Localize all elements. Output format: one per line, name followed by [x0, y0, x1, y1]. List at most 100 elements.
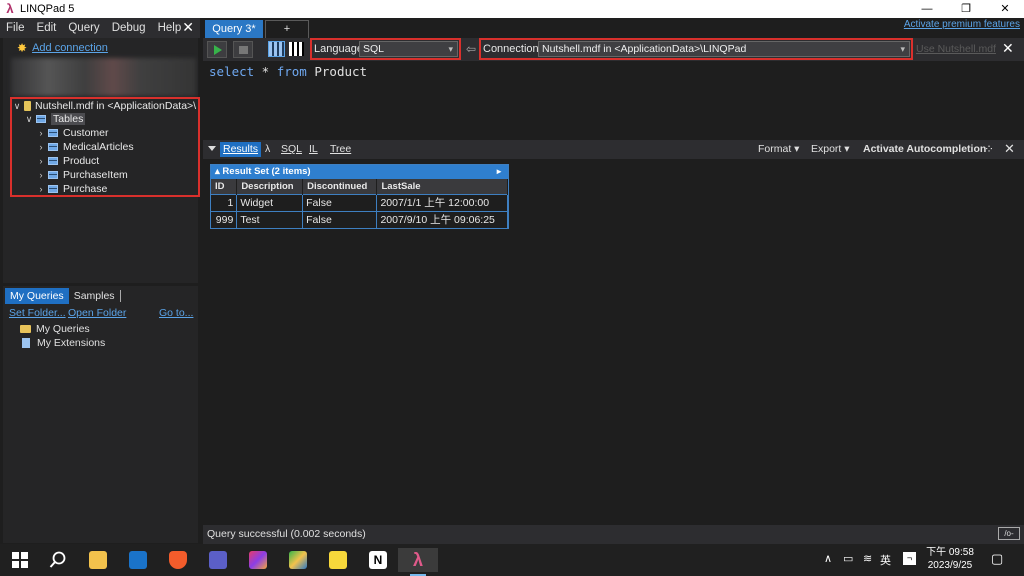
start-button[interactable] [0, 548, 40, 572]
query-file-my-extensions[interactable]: My Extensions [20, 337, 105, 349]
results-to-rich-text-icon[interactable] [289, 42, 304, 56]
table-cell: False [302, 193, 378, 211]
activate-premium-link[interactable]: Activate premium features [904, 19, 1020, 30]
arrow-left-icon: ⇦ [466, 42, 477, 56]
tree-table-medicalarticles[interactable]: › MedicalArticles [36, 140, 134, 154]
optimize-toggle[interactable]: /o- [998, 527, 1020, 540]
query-file-label: My Extensions [37, 337, 106, 349]
new-query-button[interactable]: + [265, 20, 309, 38]
taskbar-sticky-notes[interactable] [318, 548, 358, 572]
go-to-link[interactable]: Go to... [159, 307, 193, 319]
column-header[interactable]: LastSale [376, 179, 508, 194]
table-label: Product [63, 155, 100, 167]
menu-query[interactable]: Query [62, 22, 105, 34]
table-icon [48, 185, 58, 193]
tab-my-queries[interactable]: My Queries [5, 288, 69, 304]
tab-sql-label: SQL [281, 143, 303, 155]
maximize-button[interactable]: ❐ [947, 0, 985, 18]
add-connection-link[interactable]: Add connection [32, 42, 108, 54]
database-icon [24, 101, 31, 111]
connection-select[interactable]: Nutshell.mdf in <ApplicationData>\LINQPa… [538, 41, 910, 57]
close-panel-icon[interactable]: ✕ [182, 19, 194, 36]
add-connection[interactable]: ✸ Add connection [17, 41, 108, 55]
ime-icon[interactable]: ¬ [903, 552, 916, 565]
results-to-grids-icon[interactable] [268, 41, 285, 57]
stop-button[interactable] [233, 41, 253, 58]
chevron-right-icon[interactable]: › [36, 170, 46, 180]
table-row: 999 Test False 2007/9/10 上午 09:06:25 [211, 210, 508, 228]
taskbar-notion[interactable]: N [358, 548, 398, 572]
tab-tree[interactable]: Tree [330, 142, 351, 157]
chevron-up-icon[interactable]: ∧ [824, 552, 832, 565]
arrow-right-icon[interactable]: ► [495, 165, 503, 179]
query-editor[interactable]: select * from Product [203, 61, 1024, 140]
table-icon [48, 171, 58, 179]
taskbar-linqpad[interactable]: λ [398, 548, 438, 576]
menu-edit[interactable]: Edit [31, 22, 63, 34]
tab-results[interactable]: Results [220, 142, 262, 157]
tree-table-purchaseitem[interactable]: › PurchaseItem [36, 168, 128, 182]
chevron-right-icon[interactable]: › [36, 128, 46, 138]
tab-query-3[interactable]: Query 3* [205, 20, 263, 38]
query-folder-my-queries[interactable]: My Queries [20, 323, 90, 335]
taskbar-paint-app[interactable] [278, 548, 318, 572]
tree-table-purchase[interactable]: › Purchase [36, 182, 108, 196]
language-select[interactable]: SQL ▾ [359, 41, 458, 57]
wifi-icon[interactable]: ≋ [863, 552, 872, 565]
sticky-notes-icon [329, 551, 347, 569]
taskbar: N λ ∧ ▭ ≋ 英 ¬ 下午 09:58 2023/9/25 ▢ [0, 544, 1024, 576]
table-cell: Test [236, 210, 304, 228]
notifications-icon[interactable]: ▢ [991, 551, 1003, 567]
format-menu[interactable]: Format ▾ [758, 142, 799, 157]
menu-file[interactable]: File [0, 22, 31, 34]
results-pane: ▴ Result Set (2 items) ► ID Description … [203, 159, 1024, 525]
result-set-title: Result Set (2 items) [222, 166, 311, 177]
taskbar-outlook[interactable] [118, 548, 158, 572]
battery-icon[interactable]: ▭ [843, 552, 853, 565]
rider-icon [249, 551, 267, 569]
taskbar-file-explorer[interactable] [78, 548, 118, 572]
code-table: Product [306, 64, 368, 79]
taskbar-rider[interactable] [238, 548, 278, 572]
activate-autocompletion-button[interactable]: Activate Autocompletion [863, 142, 986, 157]
column-header[interactable]: ID [211, 179, 238, 194]
clock[interactable]: 下午 09:58 2023/9/25 [924, 546, 976, 572]
chevron-down-icon[interactable]: ∨ [12, 101, 22, 112]
close-icon[interactable]: ✕ [1002, 40, 1014, 57]
use-nutshell-link[interactable]: Use Nutshell.mdf [916, 43, 996, 55]
run-button[interactable] [207, 41, 227, 58]
chevron-right-icon[interactable]: › [36, 156, 46, 166]
tab-il[interactable]: IL [309, 142, 318, 157]
export-menu[interactable]: Export ▾ [811, 142, 850, 157]
taskbar-teams[interactable] [198, 548, 238, 572]
chevron-down-icon[interactable]: ∨ [24, 114, 34, 125]
tree-table-product[interactable]: › Product [36, 154, 100, 168]
taskbar-brave[interactable] [158, 548, 198, 572]
close-window-button[interactable]: ✕ [986, 0, 1024, 18]
table-label: PurchaseItem [63, 169, 128, 181]
set-folder-link[interactable]: Set Folder... [9, 307, 66, 319]
chevron-right-icon[interactable]: › [36, 142, 46, 152]
menu-debug[interactable]: Debug [106, 22, 152, 34]
collapse-results-icon[interactable] [208, 146, 216, 151]
search-button[interactable] [38, 548, 78, 572]
tab-samples[interactable]: Samples [69, 288, 120, 304]
column-header[interactable]: Description [236, 179, 304, 194]
status-bar: Query successful (0.002 seconds) /o- [203, 525, 1024, 544]
close-results-icon[interactable]: ✕ [1004, 141, 1015, 156]
column-header[interactable]: Discontinued [302, 179, 378, 194]
query-tab-bar: Query 3* + Activate premium features [203, 18, 1024, 38]
open-folder-link[interactable]: Open Folder [68, 307, 126, 319]
clock-date: 2023/9/25 [927, 560, 973, 571]
minimize-button[interactable]: — [908, 0, 946, 18]
input-language[interactable]: 英 [880, 552, 891, 568]
tree-table-customer[interactable]: › Customer [36, 126, 109, 140]
tab-sql[interactable]: SQL [281, 142, 302, 157]
tree-tables[interactable]: ∨ Tables [24, 112, 86, 126]
tab-lambda[interactable]: λ [265, 142, 270, 157]
chevron-right-icon[interactable]: › [36, 184, 46, 194]
result-set-header[interactable]: ▴ Result Set (2 items) ► [211, 165, 508, 179]
tree-database[interactable]: ∨ Nutshell.mdf in <ApplicationData>\ [12, 99, 196, 113]
code-line: select * from Product [209, 64, 367, 79]
database-label: Nutshell.mdf in <ApplicationData>\ [35, 100, 197, 112]
